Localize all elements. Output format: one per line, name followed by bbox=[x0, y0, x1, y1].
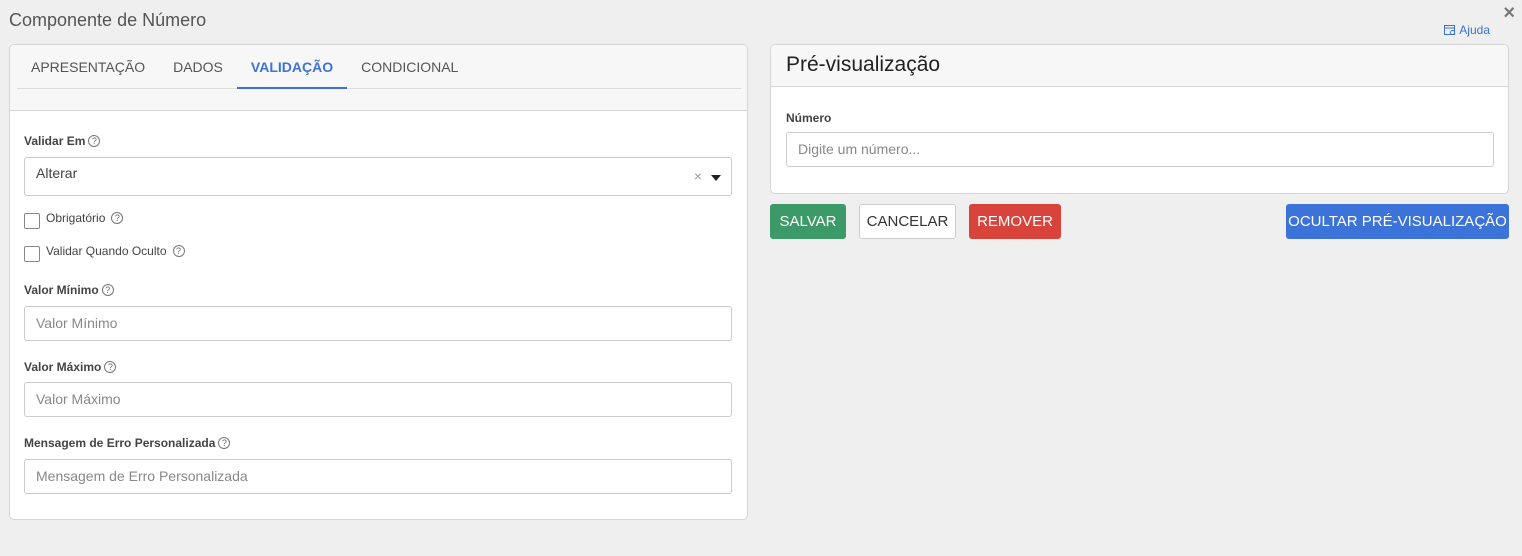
validate-hidden-checkbox[interactable] bbox=[24, 246, 40, 262]
caret-down-icon[interactable] bbox=[711, 175, 721, 181]
required-label: Obrigatório bbox=[46, 211, 106, 225]
settings-panel: APRESENTAÇÃO DADOS VALIDAÇÃO CONDICIONAL… bbox=[9, 44, 748, 520]
custom-error-label: Mensagem de Erro Personalizada ? bbox=[24, 436, 231, 450]
tab-condicional[interactable]: CONDICIONAL bbox=[347, 45, 472, 88]
save-button[interactable]: SALVAR bbox=[770, 204, 846, 239]
tab-apresentacao[interactable]: APRESENTAÇÃO bbox=[17, 45, 159, 88]
question-circle-icon[interactable]: ? bbox=[218, 437, 231, 449]
validate-hidden-row: Validar Quando Oculto ? bbox=[24, 240, 185, 262]
preview-panel: Pré-visualização Número Digite um número… bbox=[770, 44, 1509, 194]
min-value-label: Valor Mínimo ? bbox=[24, 283, 114, 297]
clear-icon[interactable]: × bbox=[694, 169, 702, 183]
question-circle-icon[interactable]: ? bbox=[104, 361, 117, 373]
question-circle-icon[interactable]: ? bbox=[101, 284, 114, 296]
question-circle-icon[interactable]: ? bbox=[111, 212, 124, 224]
hide-preview-button[interactable]: OCULTAR PRÉ-VISUALIZAÇÃO bbox=[1286, 204, 1509, 239]
question-circle-icon[interactable]: ? bbox=[88, 135, 101, 147]
close-icon[interactable]: × bbox=[1503, 2, 1515, 25]
preview-field-label: Número bbox=[786, 111, 832, 125]
help-label: Ajuda bbox=[1459, 23, 1490, 37]
max-value-label: Valor Máximo ? bbox=[24, 360, 117, 374]
help-link[interactable]: Ajuda bbox=[1444, 23, 1490, 37]
tab-bar: APRESENTAÇÃO DADOS VALIDAÇÃO CONDICIONAL bbox=[17, 45, 741, 89]
preview-number-input[interactable]: Digite um número... bbox=[786, 132, 1494, 167]
question-circle-icon[interactable]: ? bbox=[172, 245, 185, 257]
preview-title: Pré-visualização bbox=[771, 45, 1508, 87]
required-checkbox[interactable] bbox=[24, 213, 40, 229]
required-row: Obrigatório ? bbox=[24, 207, 124, 229]
custom-error-input[interactable]: Mensagem de Erro Personalizada bbox=[24, 459, 732, 494]
dialog-title: Componente de Número bbox=[9, 10, 207, 30]
remove-button[interactable]: REMOVER bbox=[969, 204, 1061, 239]
tab-validacao[interactable]: VALIDAÇÃO bbox=[236, 45, 348, 89]
min-value-input[interactable]: Valor Mínimo bbox=[24, 306, 732, 341]
validate-on-select[interactable]: Alterar × bbox=[24, 157, 732, 196]
tab-dados[interactable]: DADOS bbox=[159, 45, 237, 88]
validate-on-value: Alterar bbox=[36, 165, 78, 181]
validate-hidden-label: Validar Quando Oculto bbox=[46, 244, 167, 258]
help-doc-icon bbox=[1444, 24, 1456, 35]
validate-on-label: Validar Em ? bbox=[24, 134, 101, 148]
max-value-input[interactable]: Valor Máximo bbox=[24, 382, 732, 417]
cancel-button[interactable]: CANCELAR bbox=[859, 204, 956, 239]
tabs-area: APRESENTAÇÃO DADOS VALIDAÇÃO CONDICIONAL bbox=[10, 45, 747, 111]
